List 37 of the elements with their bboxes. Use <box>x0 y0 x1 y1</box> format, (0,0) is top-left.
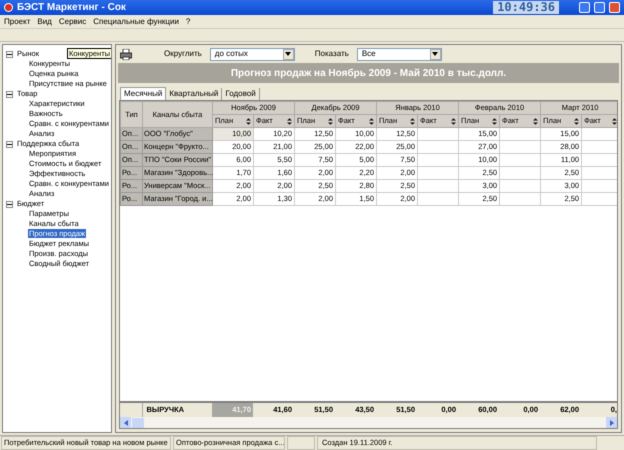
round-label: Округлить <box>164 48 202 60</box>
maximize-button[interactable] <box>594 2 605 13</box>
sort-icon <box>328 118 334 124</box>
app-icon <box>4 3 13 12</box>
collapse-icon[interactable] <box>6 50 13 58</box>
window-title: БЭСТ Маркетинг - Сок <box>17 1 126 15</box>
sort-icon <box>410 118 416 124</box>
minimize-button[interactable] <box>579 2 590 13</box>
scroll-right-icon[interactable] <box>606 417 617 428</box>
show-label: Показать <box>314 48 349 60</box>
menu-item[interactable]: ? <box>186 16 190 28</box>
menu-item[interactable]: Проект <box>4 16 30 28</box>
scroll-thumb[interactable] <box>132 418 144 428</box>
clock: 10:49:36 <box>493 1 559 14</box>
menu-item[interactable]: Вид <box>37 16 52 28</box>
sort-icon <box>533 118 538 124</box>
show-dropdown[interactable]: Все <box>356 48 442 60</box>
collapse-icon[interactable] <box>6 200 13 208</box>
close-button[interactable] <box>609 2 620 13</box>
rounding-dropdown[interactable]: до сотых <box>210 48 295 60</box>
sort-icon <box>612 118 617 124</box>
printer-icon[interactable] <box>120 48 132 60</box>
sort-icon <box>451 118 456 124</box>
menu-item[interactable]: Специальные функции <box>93 16 179 28</box>
tab[interactable]: Месячный <box>120 87 166 100</box>
horizontal-scrollbar[interactable] <box>120 417 617 428</box>
sort-icon <box>369 118 374 124</box>
status-bar-pane <box>287 436 315 450</box>
sort-icon <box>492 118 498 124</box>
report-banner: Прогноз продаж на Ноябрь 2009 - Май 2010 в тыс.долл. <box>118 63 619 83</box>
collapse-icon[interactable] <box>6 140 13 148</box>
collapse-icon[interactable] <box>6 90 13 98</box>
sort-icon <box>246 118 251 124</box>
scroll-left-icon[interactable] <box>120 417 131 428</box>
menu-item[interactable]: Сервис <box>58 16 86 28</box>
sort-icon <box>574 118 580 124</box>
sort-icon <box>287 118 292 124</box>
